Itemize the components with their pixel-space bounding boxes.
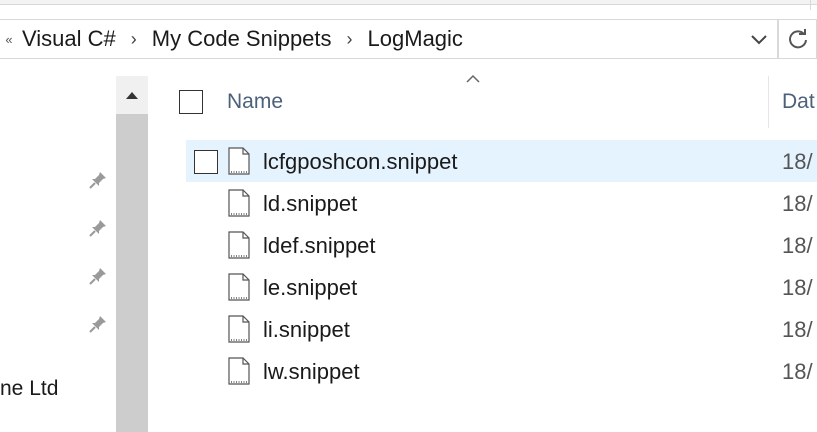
address-history-button[interactable] xyxy=(741,20,777,58)
breadcrumb-item-my-code-snippets[interactable]: My Code Snippets xyxy=(150,26,334,52)
pin-icon-shape xyxy=(89,172,106,189)
file-name[interactable]: li.snippet xyxy=(263,317,350,343)
window-corner xyxy=(810,0,817,10)
breadcrumb-item-visual-csharp[interactable]: Visual C# xyxy=(20,26,118,52)
pin-icon-shape xyxy=(89,220,106,237)
file-icon xyxy=(228,315,250,343)
breadcrumb-overflow-button[interactable]: « xyxy=(0,32,18,47)
row-checkbox[interactable] xyxy=(194,150,218,174)
file-name[interactable]: ld.snippet xyxy=(263,191,357,217)
file-date: 18/ xyxy=(782,233,813,258)
pin-icon[interactable] xyxy=(86,216,110,240)
file-icon xyxy=(228,189,250,217)
file-name[interactable]: le.snippet xyxy=(263,275,357,301)
list-item[interactable]: le.snippet 18/ xyxy=(186,266,817,308)
list-item[interactable]: ldef.snippet 18/ xyxy=(186,224,817,266)
select-all-checkbox[interactable] xyxy=(179,90,203,114)
file-date: 18/ xyxy=(782,149,813,174)
file-date: 18/ xyxy=(782,275,813,300)
list-item[interactable]: lw.snippet 18/ xyxy=(186,350,817,392)
file-icon-shape xyxy=(228,147,250,175)
file-name[interactable]: lcfgposhcon.snippet xyxy=(263,149,457,175)
column-divider[interactable] xyxy=(768,76,769,128)
nav-scrollbar[interactable] xyxy=(116,76,148,432)
file-icon xyxy=(228,231,250,259)
pin-icon[interactable] xyxy=(86,168,110,192)
address-bar[interactable]: « Visual C# › My Code Snippets › LogMagi… xyxy=(0,19,778,59)
breadcrumb-separator-icon[interactable]: › xyxy=(334,29,366,50)
pin-icon[interactable] xyxy=(86,264,110,288)
column-header-date[interactable]: Dat xyxy=(782,90,815,114)
column-header-name[interactable]: Name xyxy=(227,90,283,114)
list-item[interactable]: lcfgposhcon.snippet 18/ xyxy=(186,140,817,182)
breadcrumb: « Visual C# › My Code Snippets › LogMagi… xyxy=(0,20,465,58)
chevron-up-icon xyxy=(126,92,138,99)
file-date: 18/ xyxy=(782,191,813,216)
window-top-edge xyxy=(0,0,817,12)
breadcrumb-item-logmagic[interactable]: LogMagic xyxy=(366,26,465,52)
list-item[interactable]: li.snippet 18/ xyxy=(186,308,817,350)
scroll-up-button[interactable] xyxy=(116,76,148,114)
file-date: 18/ xyxy=(782,317,813,342)
file-icon-shape xyxy=(228,231,250,259)
chevron-down-icon xyxy=(751,35,767,45)
file-explorer-window: « Visual C# › My Code Snippets › LogMagi… xyxy=(0,0,817,432)
breadcrumb-separator-icon[interactable]: › xyxy=(118,29,150,50)
refresh-button[interactable] xyxy=(778,19,817,59)
scroll-thumb[interactable] xyxy=(116,114,148,432)
file-name[interactable]: ldef.snippet xyxy=(263,233,376,259)
file-icon-shape xyxy=(228,315,250,343)
file-icon xyxy=(228,147,250,175)
file-list-view: Name Dat lcfgposhcon.snippet 18/ ld.snip… xyxy=(148,60,817,432)
file-icon-shape xyxy=(228,357,250,385)
file-icon-shape xyxy=(228,189,250,217)
sort-ascending-icon xyxy=(466,74,480,83)
file-icon-shape xyxy=(228,273,250,301)
pin-icon-shape xyxy=(89,316,106,333)
file-date: 18/ xyxy=(782,359,813,384)
list-item[interactable]: ld.snippet 18/ xyxy=(186,182,817,224)
column-header-row: Name Dat xyxy=(148,60,817,128)
pin-icon[interactable] xyxy=(86,312,110,336)
nav-item-label[interactable]: ne Ltd xyxy=(0,377,58,401)
file-icon xyxy=(228,273,250,301)
refresh-icon xyxy=(788,29,807,49)
navigation-pane: ne Ltd xyxy=(0,60,148,432)
file-name[interactable]: lw.snippet xyxy=(263,359,360,385)
pin-icon-shape xyxy=(89,268,106,285)
ribbon-edge xyxy=(0,0,817,5)
file-icon xyxy=(228,357,250,385)
